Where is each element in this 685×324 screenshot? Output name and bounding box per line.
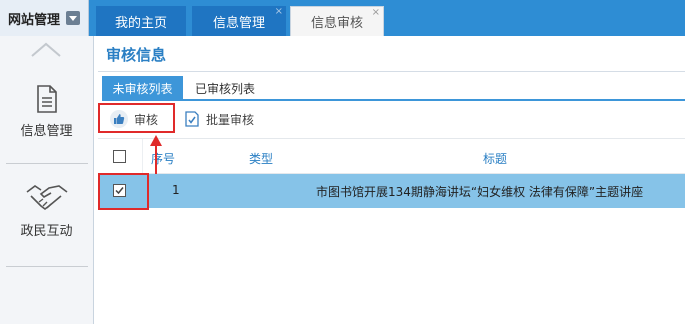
tab-info-management[interactable]: 信息管理 × bbox=[192, 6, 286, 36]
subtab-underline bbox=[102, 99, 685, 101]
column-separator bbox=[142, 139, 143, 175]
site-menu-label: 网站管理 bbox=[7, 12, 60, 28]
tab-audited-list[interactable]: 已审核列表 bbox=[190, 76, 260, 100]
tab-home-label: 我的主页 bbox=[114, 15, 167, 31]
sidebar-item-info-management[interactable]: 信息管理 bbox=[0, 84, 93, 139]
handshake-icon bbox=[26, 185, 67, 210]
highlight-box-audit-button bbox=[98, 103, 175, 133]
table-header: 序号 类型 标题 bbox=[98, 138, 685, 175]
tab-unaudited-list[interactable]: 未审核列表 bbox=[102, 76, 183, 100]
title-divider bbox=[98, 71, 685, 72]
close-icon[interactable]: × bbox=[372, 8, 380, 18]
sidebar: 信息管理 政民互动 bbox=[0, 36, 94, 324]
table-row[interactable]: 1 市图书馆开展134期静海讲坛“妇女维权 法律有保障”主题讲座 bbox=[98, 174, 685, 208]
batch-audit-button-label: 批量审核 bbox=[206, 112, 255, 127]
column-header-type[interactable]: 类型 bbox=[249, 150, 273, 167]
highlight-box-row-checkbox bbox=[98, 173, 149, 210]
tab-info-audit-label: 信息审核 bbox=[310, 16, 363, 31]
chevron-down-icon[interactable] bbox=[66, 11, 80, 25]
sidebar-divider bbox=[6, 163, 88, 164]
top-bar: 网站管理 我的主页 信息管理 × 信息审核 × bbox=[0, 0, 685, 36]
sidebar-item-label: 信息管理 bbox=[20, 124, 73, 139]
checklist-icon bbox=[185, 111, 199, 127]
sidebar-item-label: 政民互动 bbox=[20, 224, 73, 239]
row-index: 1 bbox=[172, 183, 180, 197]
sidebar-divider bbox=[6, 266, 88, 267]
page-title: 审核信息 bbox=[106, 46, 167, 64]
column-header-title[interactable]: 标题 bbox=[483, 150, 507, 167]
sidebar-item-citizen-interaction[interactable]: 政民互动 bbox=[0, 182, 93, 239]
up-arrow-icon bbox=[150, 135, 162, 174]
main-content: 审核信息 未审核列表 已审核列表 审核 批量审核 序号 类型 标题 1 市图书馆… bbox=[94, 36, 685, 324]
batch-audit-button[interactable]: 批量审核 bbox=[184, 108, 254, 130]
document-icon bbox=[36, 85, 57, 113]
close-icon[interactable]: × bbox=[275, 7, 283, 17]
tab-info-management-label: 信息管理 bbox=[212, 15, 265, 31]
tab-info-audit[interactable]: 信息审核 × bbox=[290, 6, 384, 36]
site-menu-dropdown[interactable]: 网站管理 bbox=[0, 0, 89, 36]
select-all-checkbox[interactable] bbox=[113, 150, 126, 163]
chevron-up-icon[interactable] bbox=[28, 40, 64, 60]
row-title: 市图书馆开展134期静海讲坛“妇女维权 法律有保障”主题讲座 bbox=[316, 185, 644, 199]
tab-home[interactable]: 我的主页 bbox=[96, 6, 186, 36]
